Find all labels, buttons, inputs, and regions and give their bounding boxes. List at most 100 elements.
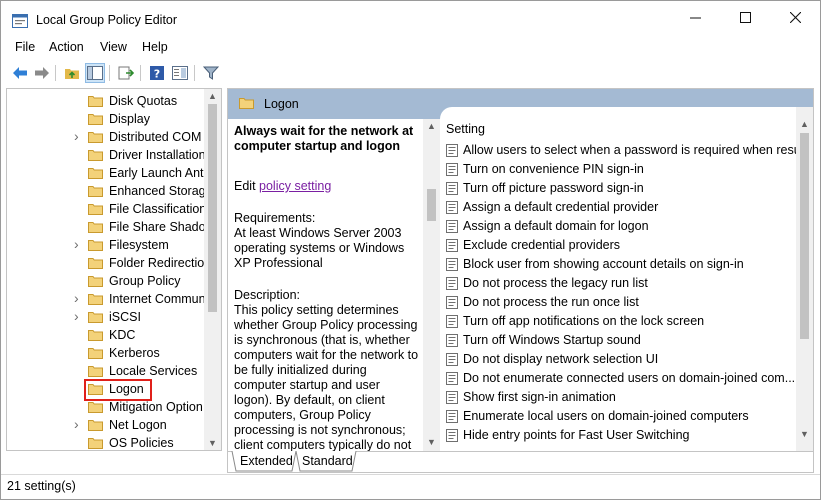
tree-item[interactable]: Locale Services	[7, 362, 207, 380]
filter-button[interactable]	[201, 63, 221, 83]
back-button[interactable]	[10, 63, 30, 83]
setting-row[interactable]: Assign a default domain for logon	[446, 217, 796, 236]
tree-item[interactable]: File Share Shadow	[7, 218, 207, 236]
setting-column-header[interactable]: Setting	[446, 122, 485, 136]
folder-icon	[88, 402, 103, 413]
tree-item-label: Locale Services	[109, 364, 198, 378]
setting-row[interactable]: Turn off picture password sign-in	[446, 179, 796, 198]
setting-row[interactable]: Turn off app notifications on the lock s…	[446, 312, 796, 331]
setting-row[interactable]: Block user from showing account details …	[446, 255, 796, 274]
up-folder-button[interactable]	[62, 63, 82, 83]
show-tree-button[interactable]	[85, 63, 105, 83]
tree-item[interactable]: › iSCSI	[7, 308, 207, 326]
setting-row[interactable]: Do not enumerate connected users on doma…	[446, 369, 796, 388]
setting-title: Always wait for the network at computer …	[234, 124, 414, 153]
maximize-button[interactable]	[722, 1, 768, 33]
setting-row[interactable]: Enumerate local users on domain-joined c…	[446, 407, 796, 426]
scroll-down-arrow[interactable]: ▼	[204, 436, 221, 450]
help-button[interactable]: ?	[147, 63, 167, 83]
policy-setting-icon	[446, 410, 458, 423]
expand-arrow-icon[interactable]: ›	[74, 128, 79, 144]
tree-item-label: Driver Installation	[109, 148, 206, 162]
menu-file[interactable]: File	[15, 40, 35, 54]
setting-label: Turn off Windows Startup sound	[463, 333, 641, 347]
tree-item-label: Early Launch Antir	[109, 166, 207, 180]
tree-item[interactable]: Disk Quotas	[7, 92, 207, 110]
requirements-text: At least Windows Server 2003 operating s…	[234, 226, 405, 270]
details-pane: Logon Always wait for the network at com…	[227, 88, 814, 473]
setting-row[interactable]: Exclude credential providers	[446, 236, 796, 255]
tree-item-label: Net Logon	[109, 418, 167, 432]
policy-setting-icon	[446, 429, 458, 442]
setting-row[interactable]: Show first sign-in animation	[446, 388, 796, 407]
scroll-up-arrow[interactable]: ▲	[204, 89, 221, 103]
policy-setting-icon	[446, 315, 458, 328]
folder-icon	[88, 330, 103, 341]
setting-label: Do not process the legacy run list	[463, 276, 648, 290]
setting-label: Turn off picture password sign-in	[463, 181, 644, 195]
tree-item[interactable]: › Filesystem	[7, 236, 207, 254]
setting-row[interactable]: Do not process the legacy run list	[446, 274, 796, 293]
setting-row[interactable]: Allow users to select when a password is…	[446, 141, 796, 160]
tree-scrollbar[interactable]: ▲ ▼	[204, 89, 221, 450]
folder-icon	[88, 168, 103, 179]
expand-arrow-icon[interactable]: ›	[74, 308, 79, 324]
tree-item[interactable]: › Distributed COM	[7, 128, 207, 146]
policy-setting-icon	[446, 296, 458, 309]
description-scroll-thumb[interactable]	[427, 189, 436, 221]
export-list-button[interactable]	[116, 63, 136, 83]
tree-item[interactable]: Group Policy	[7, 272, 207, 290]
scroll-down-arrow[interactable]: ▼	[423, 435, 440, 449]
tree-item-label: Internet Commun	[109, 292, 206, 306]
close-button[interactable]	[772, 1, 818, 33]
list-scroll-thumb[interactable]	[800, 133, 809, 339]
setting-row[interactable]: Hide entry points for Fast User Switchin…	[446, 426, 796, 445]
edit-line: Edit policy setting	[234, 179, 419, 194]
maximize-icon	[739, 11, 751, 23]
tab-extended[interactable]: Extended	[240, 454, 293, 468]
forward-button[interactable]	[32, 63, 52, 83]
setting-label: Enumerate local users on domain-joined c…	[463, 409, 749, 423]
tree-item[interactable]: Driver Installation	[7, 146, 207, 164]
tab-standard[interactable]: Standard	[302, 454, 353, 468]
setting-row[interactable]: Assign a default credential provider	[446, 198, 796, 217]
tree-item-label: Kerberos	[109, 346, 160, 360]
setting-row[interactable]: Do not process the run once list	[446, 293, 796, 312]
minimize-button[interactable]	[672, 1, 718, 33]
tree-item[interactable]: File Classification I	[7, 200, 207, 218]
tree-item[interactable]: › Net Logon	[7, 416, 207, 434]
setting-row[interactable]: Do not display network selection UI	[446, 350, 796, 369]
scroll-up-arrow[interactable]: ▲	[796, 117, 813, 131]
scroll-down-arrow[interactable]: ▼	[796, 427, 813, 441]
expand-arrow-icon[interactable]: ›	[74, 290, 79, 306]
tree-item[interactable]: OS Policies	[7, 434, 207, 450]
close-icon	[789, 11, 801, 23]
edit-prefix: Edit	[234, 179, 260, 193]
forward-arrow-icon	[35, 67, 49, 79]
menu-action[interactable]: Action	[49, 40, 84, 54]
folder-icon	[88, 222, 103, 233]
folder-icon	[88, 294, 103, 305]
setting-row[interactable]: Turn on convenience PIN sign-in	[446, 160, 796, 179]
menu-view[interactable]: View	[100, 40, 127, 54]
tree-item[interactable]: Enhanced Storage	[7, 182, 207, 200]
setting-row[interactable]: Turn off Windows Startup sound	[446, 331, 796, 350]
tree-item[interactable]: Kerberos	[7, 344, 207, 362]
menu-help[interactable]: Help	[142, 40, 168, 54]
description-scrollbar-track[interactable]: ▲ ▼	[423, 119, 440, 451]
folder-icon	[88, 366, 103, 377]
tree-item[interactable]: Folder Redirection	[7, 254, 207, 272]
selection-highlight	[84, 379, 152, 401]
tree-item[interactable]: KDC	[7, 326, 207, 344]
tree-item[interactable]: › Internet Commun	[7, 290, 207, 308]
window-title: Local Group Policy Editor	[36, 13, 178, 27]
expand-arrow-icon[interactable]: ›	[74, 416, 79, 432]
policy-setting-link[interactable]: policy setting	[259, 179, 331, 193]
tree-item[interactable]: Display	[7, 110, 207, 128]
expand-arrow-icon[interactable]: ›	[74, 236, 79, 252]
tree-item[interactable]: Early Launch Antir	[7, 164, 207, 182]
extended-view-button[interactable]	[170, 63, 190, 83]
tree-scroll-thumb[interactable]	[208, 104, 217, 312]
list-scrollbar[interactable]: ▲ ▼	[796, 107, 813, 452]
scroll-up-arrow[interactable]: ▲	[423, 119, 440, 133]
